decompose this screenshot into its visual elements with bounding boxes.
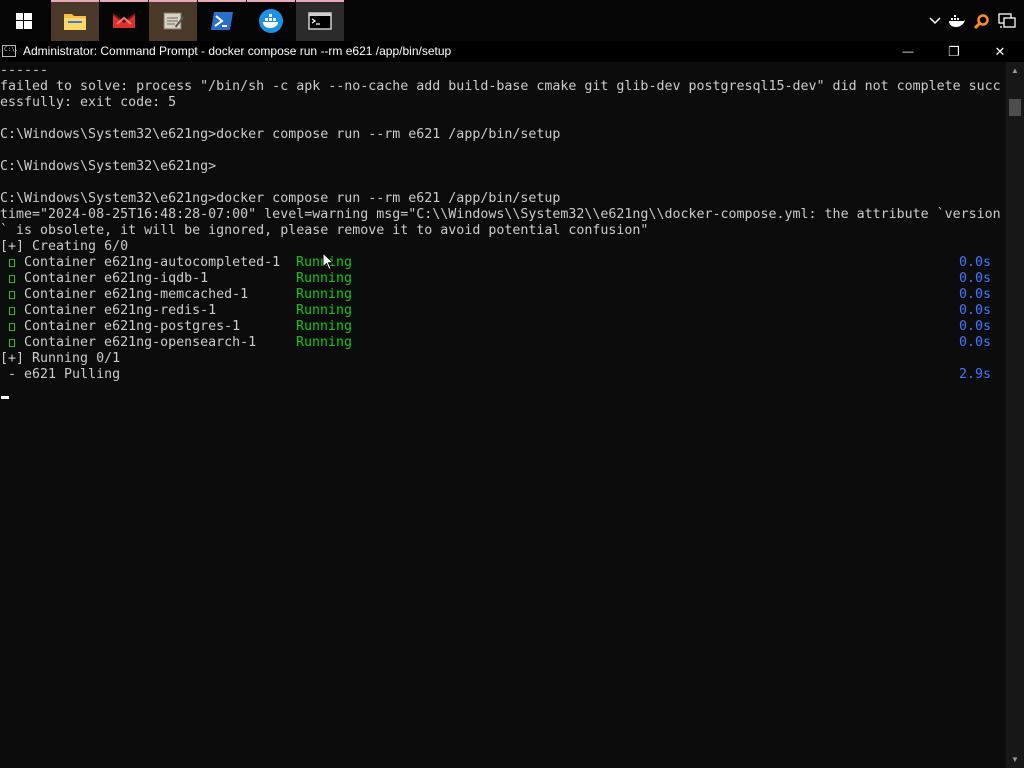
container-status: Running	[296, 319, 353, 334]
tray-network[interactable]	[996, 0, 1018, 41]
start-button[interactable]	[0, 0, 48, 41]
console-line: ------	[0, 63, 49, 78]
pull-line: - e621 Pulling	[0, 367, 121, 382]
console-line: C:\Windows\System32\e621ng>	[0, 159, 217, 174]
close-icon: ✕	[994, 43, 1006, 59]
container-status: Running	[296, 287, 353, 302]
status-square-icon	[9, 339, 15, 347]
console-line: failed to solve: process "/bin/sh -c apk…	[0, 79, 1001, 94]
running-header: [+] Running 0/1	[0, 351, 121, 366]
container-label: Container e621ng-memcached-1	[16, 287, 249, 302]
terminal-icon	[308, 11, 332, 30]
container-time: 0.0s	[959, 255, 992, 270]
window-title: Administrator: Command Prompt - docker c…	[23, 44, 452, 58]
container-label: Container e621ng-opensearch-1	[16, 335, 257, 350]
status-square-icon	[9, 275, 15, 283]
vertical-scrollbar[interactable]: ▲ ▼	[1006, 62, 1024, 768]
close-button[interactable]: ✕	[977, 41, 1023, 62]
status-square-icon	[9, 259, 15, 267]
console-line: [+] Creating 6/0	[0, 239, 129, 254]
container-status: Running	[296, 271, 353, 286]
status-square-icon	[9, 307, 15, 315]
container-label: Container e621ng-postgres-1	[16, 319, 241, 334]
container-time: 0.0s	[959, 303, 992, 318]
container-label: Container e621ng-iqdb-1	[16, 271, 209, 286]
tray-docker[interactable]	[947, 0, 967, 41]
container-time: 0.0s	[959, 287, 992, 302]
container-label: Container e621ng-redis-1	[16, 303, 217, 318]
pull-time: 2.9s	[959, 367, 992, 382]
text-cursor	[1, 396, 9, 399]
command-prompt-icon: C:\.	[2, 45, 19, 57]
console-line: time="2024-08-25T16:48:28-07:00" level=w…	[0, 207, 1001, 222]
windows-logo-icon	[16, 12, 32, 29]
console-line: ` is obsolete, it will be ignored, pleas…	[0, 223, 649, 238]
minimize-icon: —	[902, 45, 914, 58]
taskbar-command-prompt[interactable]	[296, 0, 344, 41]
taskbar-docker[interactable]	[247, 0, 295, 41]
container-status: Running	[296, 303, 353, 318]
powershell-icon	[211, 11, 233, 30]
status-square-icon	[9, 323, 15, 331]
red-app-icon	[112, 12, 136, 28]
taskbar-notes-app[interactable]	[149, 0, 197, 41]
console-output[interactable]: ------ failed to solve: process "/bin/sh…	[0, 62, 1006, 768]
docker-tray-icon	[949, 14, 965, 27]
window-title-bar[interactable]: C:\. Administrator: Command Prompt - doc…	[0, 41, 1024, 62]
tray-search[interactable]	[972, 0, 992, 41]
scroll-down-button[interactable]: ▼	[1006, 751, 1024, 768]
folder-icon	[64, 13, 86, 30]
title-icon-text: C:\.	[4, 46, 19, 53]
maximize-button[interactable]: ❐	[931, 41, 977, 62]
network-icon	[998, 12, 1016, 28]
taskbar-red-app[interactable]	[100, 0, 148, 41]
scrollbar-thumb[interactable]	[1009, 99, 1021, 116]
notes-app-icon	[163, 12, 184, 29]
chevron-up-icon	[929, 16, 941, 24]
search-tray-icon	[974, 13, 989, 29]
console-line: C:\Windows\System32\e621ng>docker compos…	[0, 191, 561, 206]
scroll-up-button[interactable]: ▲	[1006, 62, 1024, 79]
scroll-down-icon: ▼	[1011, 755, 1019, 764]
container-time: 0.0s	[959, 271, 992, 286]
container-time: 0.0s	[959, 335, 992, 350]
tray-overflow-button[interactable]	[926, 0, 944, 41]
docker-icon	[259, 8, 283, 33]
container-label: Container e621ng-autocompleted-1	[16, 255, 281, 270]
mouse-pointer-icon	[322, 252, 334, 271]
console-line: C:\Windows\System32\e621ng>docker compos…	[0, 127, 561, 142]
container-status: Running	[296, 335, 353, 350]
taskbar-powershell[interactable]	[198, 0, 246, 41]
scroll-up-icon: ▲	[1011, 66, 1019, 75]
taskbar	[0, 0, 1024, 41]
container-time: 0.0s	[959, 319, 992, 334]
console-line: essfully: exit code: 5	[0, 95, 177, 110]
restore-icon: ❐	[948, 43, 960, 59]
taskbar-file-explorer[interactable]	[51, 0, 99, 41]
status-square-icon	[9, 291, 15, 299]
minimize-button[interactable]: —	[885, 41, 931, 62]
